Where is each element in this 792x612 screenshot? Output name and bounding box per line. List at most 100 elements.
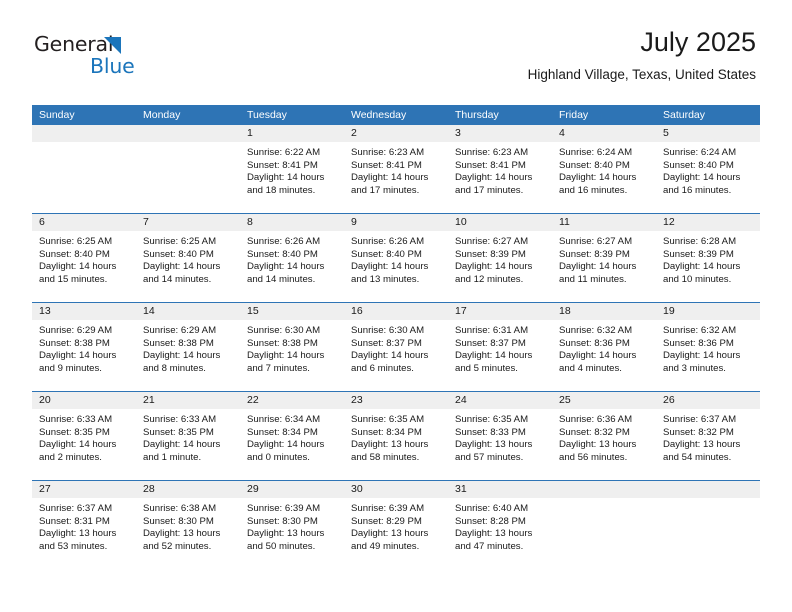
day-cell[interactable]: Sunrise: 6:30 AM Sunset: 8:37 PM Daylight:… [344,320,448,391]
day-info-line: Sunrise: 6:26 AM [351,236,425,247]
day-cell[interactable]: Sunrise: 6:29 AM Sunset: 8:38 PM Daylight:… [32,320,136,391]
day-info-line: Sunset: 8:34 PM [351,426,422,438]
day-info-line: Sunset: 8:35 PM [39,426,110,438]
day-info-line: Sunrise: 6:37 AM [663,414,737,425]
day-number[interactable]: 27 [32,481,136,498]
day-number[interactable]: 12 [656,214,760,231]
day-number[interactable]: 31 [448,481,552,498]
day-info-line: Sunset: 8:38 PM [247,337,318,349]
day-cell[interactable]: Sunrise: 6:27 AM Sunset: 8:39 PM Daylight:… [448,231,552,302]
day-cell[interactable]: Sunrise: 6:23 AM Sunset: 8:41 PM Daylight:… [344,142,448,213]
day-cell[interactable]: Sunrise: 6:29 AM Sunset: 8:38 PM Daylight:… [136,320,240,391]
day-cell[interactable]: Sunrise: 6:32 AM Sunset: 8:36 PM Daylight:… [656,320,760,391]
day-number[interactable]: 15 [240,303,344,320]
day-number[interactable]: 19 [656,303,760,320]
day-info-line: Sunrise: 6:29 AM [39,325,113,336]
page-title: July 2025 [640,27,756,57]
weekday-header-thursday: Thursday [455,109,499,121]
day-number[interactable]: 6 [32,214,136,231]
day-cell[interactable]: Sunrise: 6:30 AM Sunset: 8:38 PM Daylight:… [240,320,344,391]
day-number[interactable]: 11 [552,214,656,231]
day-info-line: Daylight: 14 hours [247,439,325,451]
day-cell[interactable]: Sunrise: 6:35 AM Sunset: 8:34 PM Daylight:… [344,409,448,480]
logo-triangle-icon [104,37,121,54]
day-number[interactable]: 8 [240,214,344,231]
day-info-line: Sunset: 8:31 PM [39,515,110,527]
day-detail-row: Sunrise: 6:33 AM Sunset: 8:35 PM Daylight:… [32,409,760,480]
day-info-line: Sunrise: 6:30 AM [247,325,321,336]
day-number[interactable]: 7 [136,214,240,231]
day-cell[interactable]: Sunrise: 6:38 AM Sunset: 8:30 PM Daylight:… [136,498,240,569]
day-cell[interactable]: Sunrise: 6:28 AM Sunset: 8:39 PM Daylight:… [656,231,760,302]
weekday-header-friday: Friday [559,109,589,121]
day-cell[interactable]: Sunrise: 6:35 AM Sunset: 8:33 PM Daylight:… [448,409,552,480]
day-info-line: and 12 minutes. [455,274,524,286]
day-info-line: Sunset: 8:36 PM [559,337,630,349]
day-cell[interactable]: Sunrise: 6:27 AM Sunset: 8:39 PM Daylight:… [552,231,656,302]
day-cell[interactable]: Sunrise: 6:26 AM Sunset: 8:40 PM Daylight:… [240,231,344,302]
day-number[interactable]: 28 [136,481,240,498]
day-cell[interactable]: Sunrise: 6:39 AM Sunset: 8:30 PM Daylight:… [240,498,344,569]
day-info-line: Daylight: 14 hours [143,350,221,362]
day-number[interactable]: 30 [344,481,448,498]
day-info-line: and 5 minutes. [455,363,518,375]
day-number[interactable]: 14 [136,303,240,320]
day-cell[interactable]: Sunrise: 6:22 AM Sunset: 8:41 PM Daylight:… [240,142,344,213]
day-cell[interactable]: Sunrise: 6:31 AM Sunset: 8:37 PM Daylight:… [448,320,552,391]
day-number[interactable]: 22 [240,392,344,409]
day-cell[interactable]: Sunrise: 6:39 AM Sunset: 8:29 PM Daylight:… [344,498,448,569]
day-info-line: Sunrise: 6:32 AM [559,325,633,336]
day-number[interactable]: 16 [344,303,448,320]
day-info-line: Sunset: 8:40 PM [351,248,422,260]
day-number[interactable]: 10 [448,214,552,231]
day-number-empty [136,125,240,142]
day-cell[interactable]: Sunrise: 6:24 AM Sunset: 8:40 PM Daylight:… [656,142,760,213]
day-number[interactable]: 13 [32,303,136,320]
day-cell-empty [552,498,656,569]
day-info-line: Daylight: 13 hours [455,439,533,451]
title-block: July 2025 Highland Village, Texas, Unite… [528,27,756,81]
day-cell[interactable]: Sunrise: 6:37 AM Sunset: 8:31 PM Daylight:… [32,498,136,569]
day-number[interactable]: 2 [344,125,448,142]
day-info-line: Daylight: 14 hours [351,350,429,362]
day-cell[interactable]: Sunrise: 6:23 AM Sunset: 8:41 PM Daylight:… [448,142,552,213]
calendar-week-row: 27 28 29 30 31 Sunrise: 6:37 AM Sunset: 8:31 P… [32,480,760,569]
day-info-line: Sunrise: 6:30 AM [351,325,425,336]
day-cell[interactable]: Sunrise: 6:40 AM Sunset: 8:28 PM Daylight:… [448,498,552,569]
day-cell[interactable]: Sunrise: 6:25 AM Sunset: 8:40 PM Daylight:… [32,231,136,302]
day-number[interactable]: 9 [344,214,448,231]
day-cell[interactable]: Sunrise: 6:24 AM Sunset: 8:40 PM Daylight:… [552,142,656,213]
day-number[interactable]: 4 [552,125,656,142]
day-cell[interactable]: Sunrise: 6:36 AM Sunset: 8:32 PM Daylight:… [552,409,656,480]
day-number[interactable]: 23 [344,392,448,409]
day-info-line: and 17 minutes. [351,185,420,197]
day-cell[interactable]: Sunrise: 6:34 AM Sunset: 8:34 PM Daylight:… [240,409,344,480]
day-info-line: Sunrise: 6:29 AM [143,325,217,336]
day-number[interactable]: 17 [448,303,552,320]
day-number[interactable]: 1 [240,125,344,142]
day-cell[interactable]: Sunrise: 6:37 AM Sunset: 8:32 PM Daylight:… [656,409,760,480]
day-info-line: Sunrise: 6:24 AM [559,147,633,158]
day-number[interactable]: 24 [448,392,552,409]
day-info-line: and 49 minutes. [351,541,420,553]
day-number[interactable]: 20 [32,392,136,409]
day-info-line: Sunset: 8:35 PM [143,426,214,438]
day-info-line: Sunrise: 6:25 AM [39,236,113,247]
day-number[interactable]: 21 [136,392,240,409]
day-cell[interactable]: Sunrise: 6:33 AM Sunset: 8:35 PM Daylight:… [32,409,136,480]
day-number[interactable]: 29 [240,481,344,498]
day-info-line: Sunset: 8:33 PM [455,426,526,438]
day-number[interactable]: 25 [552,392,656,409]
day-cell[interactable]: Sunrise: 6:32 AM Sunset: 8:36 PM Daylight:… [552,320,656,391]
day-cell[interactable]: Sunrise: 6:26 AM Sunset: 8:40 PM Daylight:… [344,231,448,302]
day-number[interactable]: 18 [552,303,656,320]
day-number[interactable]: 3 [448,125,552,142]
day-info-line: Sunrise: 6:39 AM [247,503,321,514]
day-number[interactable]: 26 [656,392,760,409]
day-cell[interactable]: Sunrise: 6:33 AM Sunset: 8:35 PM Daylight:… [136,409,240,480]
day-info-line: Sunrise: 6:35 AM [351,414,425,425]
day-cell[interactable]: Sunrise: 6:25 AM Sunset: 8:40 PM Daylight:… [136,231,240,302]
day-number[interactable]: 5 [656,125,760,142]
day-info-line: and 16 minutes. [663,185,732,197]
day-info-line: Daylight: 13 hours [351,439,429,451]
